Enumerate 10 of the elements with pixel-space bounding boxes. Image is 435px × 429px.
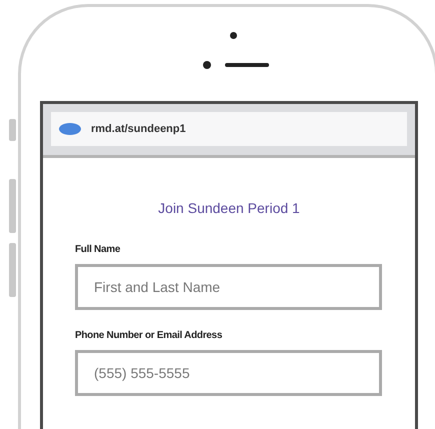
input-field[interactable]: (555) 555-5555 (75, 350, 382, 396)
form-title: Join Sundeen Period 1 (158, 200, 300, 216)
field-label: Phone Number or Email Address (75, 330, 224, 341)
field-label: Full Name (75, 244, 122, 255)
speaker-slot (225, 63, 269, 67)
address-field[interactable]: rmd.at/sundeenp1 (51, 112, 407, 146)
camera-dot (230, 32, 237, 39)
input-field[interactable]: First and Last Name (75, 264, 382, 310)
url-text: rmd.at/sundeenp1 (91, 123, 186, 135)
sensor-dot (203, 61, 211, 69)
